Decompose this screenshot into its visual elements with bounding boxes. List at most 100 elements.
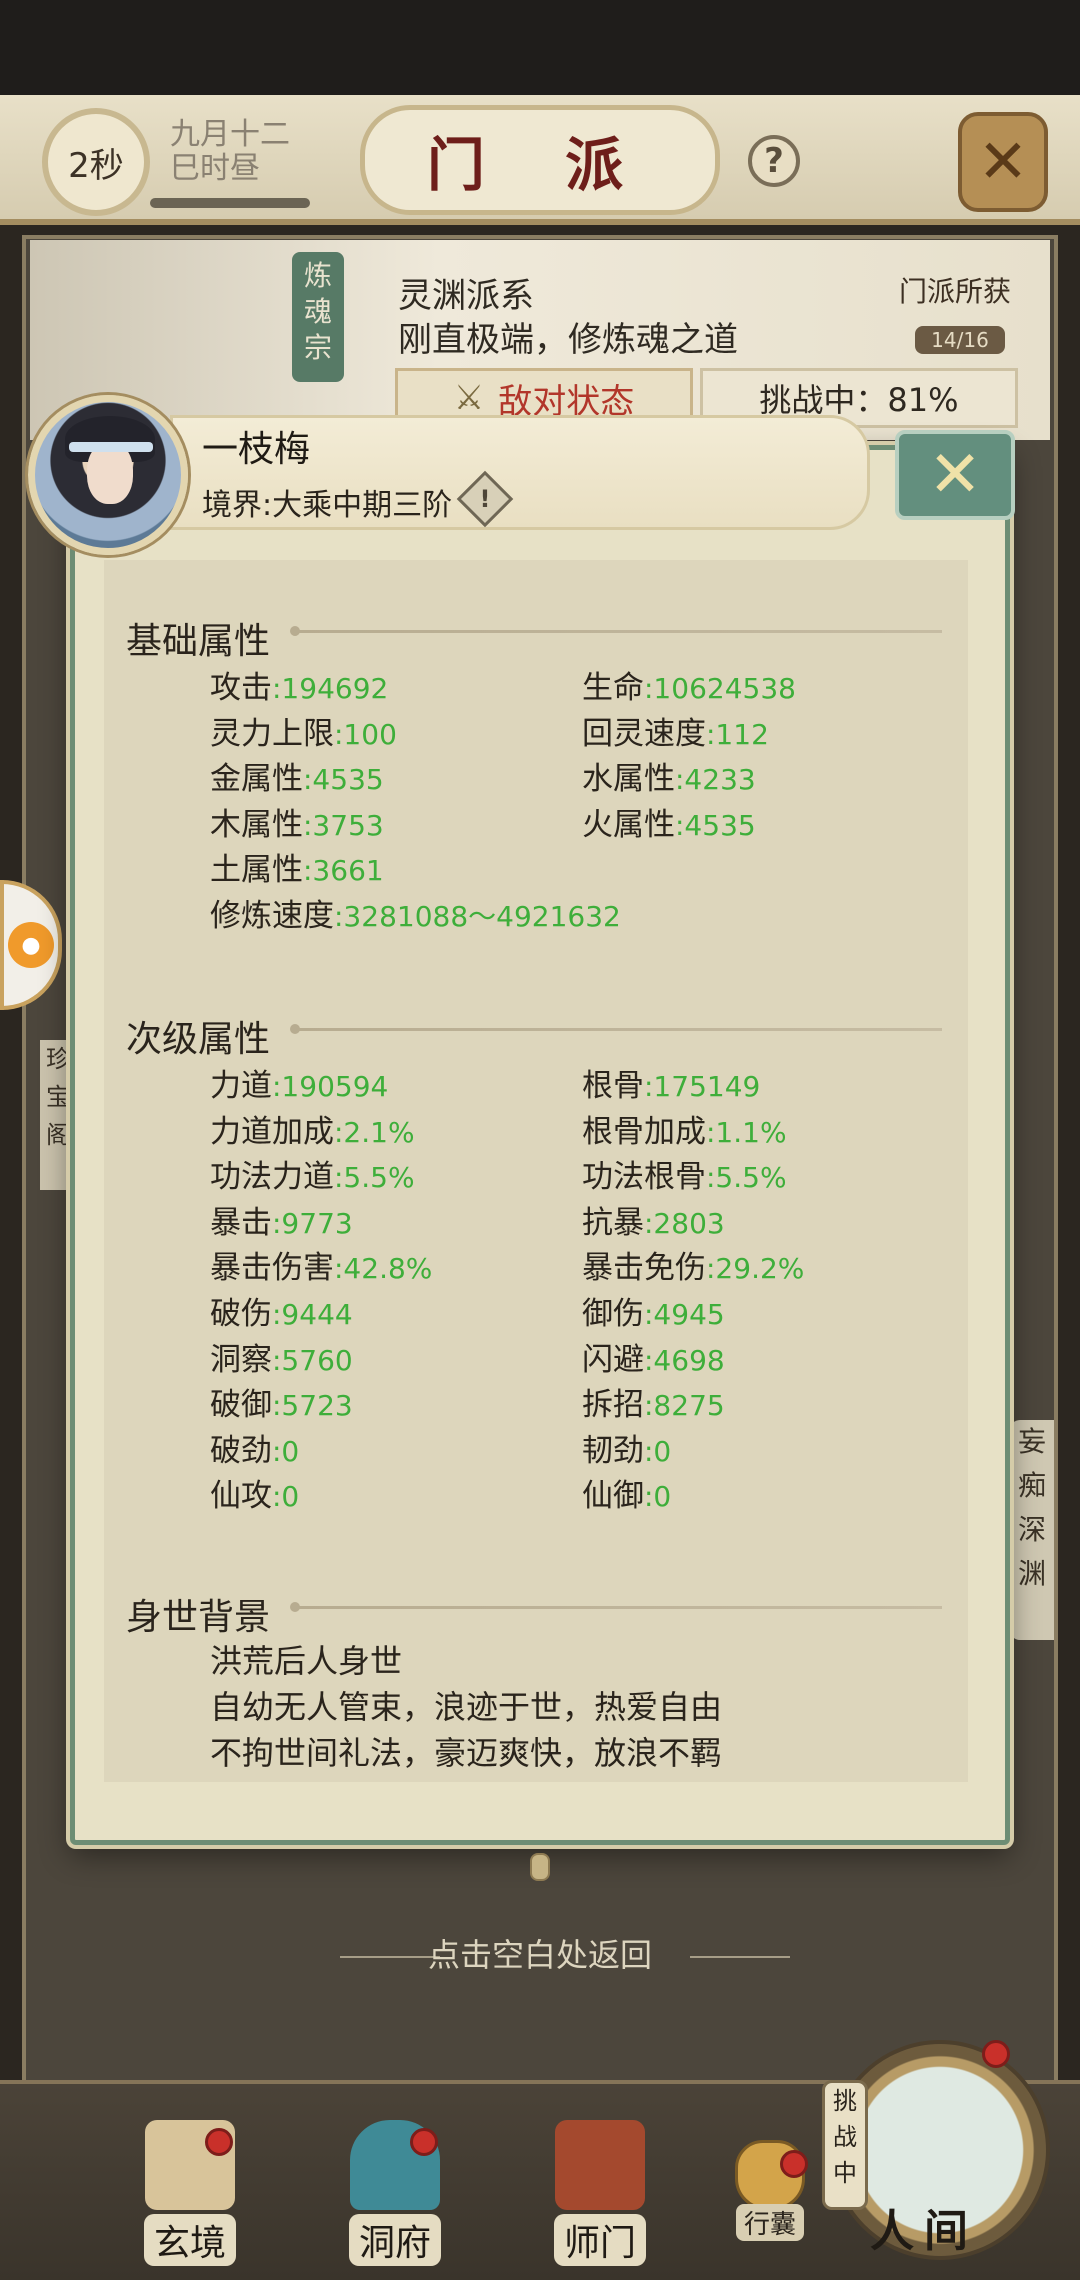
stat-item: 暴击:9773 — [210, 1197, 353, 1242]
notification-dot — [205, 2128, 233, 2156]
stat-label: 回灵速度 — [582, 715, 706, 752]
challenging-tag[interactable]: 挑战中 — [822, 2080, 868, 2210]
stat-label: 水属性 — [582, 761, 675, 797]
stat-value: :4945 — [644, 1298, 725, 1331]
stat-label: 洞察 — [210, 1341, 272, 1378]
stat-value: :4698 — [644, 1343, 725, 1377]
stat-value: :194692 — [272, 672, 389, 705]
stat-label: 生命 — [582, 670, 644, 706]
stat-value: :9773 — [272, 1206, 353, 1240]
stat-value: :5.5% — [706, 1161, 787, 1195]
stat-label: 力道 — [210, 1068, 272, 1104]
stat-value: :0 — [644, 1434, 672, 1468]
return-hint[interactable]: 点击空白处返回 — [0, 1930, 1080, 1976]
stat-value: :3753 — [303, 808, 384, 842]
status-bar-area — [0, 0, 1080, 95]
stat-label: 暴击 — [210, 1204, 272, 1241]
timer-badge: 2秒 — [42, 108, 150, 216]
stat-value: :1.1% — [706, 1115, 787, 1149]
stat-label: 仙攻 — [210, 1478, 272, 1515]
stat-item: 火属性:4535 — [582, 799, 756, 844]
date-line-2: 巳时昼 — [170, 151, 260, 186]
stat-item: 韧劲:0 — [582, 1425, 671, 1470]
stat-label: 暴击伤害 — [210, 1250, 334, 1287]
header-close-button[interactable]: ✕ — [958, 112, 1048, 212]
stat-item: 闪避:4698 — [582, 1334, 725, 1379]
secondary-attributes-title: 次级属性 — [126, 1019, 271, 1060]
stat-item: 功法根骨:5.5% — [582, 1151, 787, 1196]
stat-value: :5760 — [272, 1343, 353, 1377]
stat-value: :0 — [644, 1480, 672, 1514]
stat-item: 拆招:8275 — [582, 1379, 725, 1424]
nav-label-xuanjing: 玄境 — [143, 2214, 236, 2266]
bio-line-3: 不拘世间礼法，豪迈爽快，放浪不羁 — [210, 1734, 723, 1772]
stat-label: 修炼速度 — [210, 897, 334, 934]
right-building-label[interactable]: 妄痴深渊 — [1010, 1420, 1054, 1640]
sect-gain-count: 14/16 — [915, 326, 1005, 354]
stat-label: 灵力上限 — [210, 715, 334, 752]
stat-value: :8275 — [644, 1389, 725, 1423]
stat-label: 抗暴 — [582, 1204, 644, 1241]
stat-label: 破劲 — [210, 1432, 272, 1469]
stat-item: 暴击免伤:29.2% — [582, 1242, 804, 1287]
stat-value: :29.2% — [706, 1252, 805, 1286]
stat-item: 御伤:4945 — [582, 1288, 725, 1333]
stat-value: :190594 — [272, 1070, 389, 1103]
stat-value: :5723 — [272, 1389, 353, 1423]
stat-value: :42.8% — [334, 1252, 433, 1286]
stat-item: 水属性:4233 — [582, 753, 756, 798]
stat-value: :4535 — [675, 808, 756, 842]
stat-label: 御伤 — [582, 1296, 644, 1332]
stat-label: 攻击 — [210, 670, 272, 706]
stat-item: 破劲:0 — [210, 1425, 299, 1470]
stat-item: 回灵速度:112 — [582, 708, 769, 753]
stat-value: :3281088～4921632 — [334, 899, 621, 933]
notification-dot — [982, 2040, 1010, 2068]
stat-label: 木属性 — [210, 806, 303, 843]
stat-item: 洞察:5760 — [210, 1334, 353, 1379]
stat-item: 金属性:4535 — [210, 753, 384, 798]
nav-item-xuanjing[interactable]: 玄境 — [120, 2120, 260, 2270]
stat-value: :10624538 — [644, 672, 796, 705]
stat-value: :175149 — [644, 1070, 761, 1103]
stat-item: 破御:5723 — [210, 1379, 353, 1424]
stat-item: 木属性:3753 — [210, 799, 384, 844]
notification-dot — [780, 2150, 808, 2178]
popup-scroll-knob — [530, 1853, 550, 1881]
stat-label: 根骨 — [582, 1068, 644, 1104]
nav-label-shimen: 师门 — [553, 2214, 646, 2266]
stat-label: 力道加成 — [210, 1113, 334, 1150]
help-button[interactable]: ? — [748, 135, 800, 187]
time-progress-bar — [150, 198, 310, 208]
stat-value: :2.1% — [334, 1115, 415, 1149]
stat-value: :0 — [272, 1434, 300, 1468]
stat-item: 土属性:3661 — [210, 844, 384, 889]
character-realm: 境界:大乘中期三阶 — [202, 488, 453, 523]
popup-close-button[interactable]: ✕ — [895, 430, 1015, 520]
nav-item-shimen[interactable]: 师门 — [530, 2120, 670, 2270]
stat-label: 根骨加成 — [582, 1113, 706, 1150]
character-name: 一枝梅 — [202, 429, 311, 470]
stat-item: 攻击:194692 — [210, 662, 388, 707]
stat-item: 修炼速度:3281088～4921632 — [210, 890, 621, 935]
nav-item-pack[interactable]: 行囊 — [715, 2140, 825, 2260]
bio-line-2: 自幼无人管束，浪迹于世，热爱自由 — [210, 1688, 723, 1726]
stat-item: 仙御:0 — [582, 1470, 671, 1515]
return-deco-right — [690, 1956, 790, 1958]
banner-icon — [555, 2120, 645, 2210]
stat-label: 土属性 — [210, 852, 303, 888]
crossed-swords-icon: ⚔ — [453, 378, 485, 418]
date-line-1: 九月十二 — [170, 117, 290, 152]
section-divider — [290, 626, 942, 636]
sect-gain-label[interactable]: 门派所获 — [880, 270, 1030, 310]
nav-label-pack: 行囊 — [735, 2204, 804, 2241]
stat-label: 破御 — [210, 1387, 272, 1424]
sect-vertical-name: 炼魂宗 — [292, 252, 344, 382]
stat-value: :5.5% — [334, 1161, 415, 1195]
stat-item: 暴击伤害:42.8% — [210, 1242, 432, 1287]
stat-value: :4535 — [303, 763, 384, 796]
stat-label: 韧劲 — [582, 1432, 644, 1469]
basic-attributes-title: 基础属性 — [126, 621, 271, 662]
nav-item-dongfu[interactable]: 洞府 — [325, 2120, 465, 2270]
stat-item: 仙攻:0 — [210, 1470, 299, 1515]
